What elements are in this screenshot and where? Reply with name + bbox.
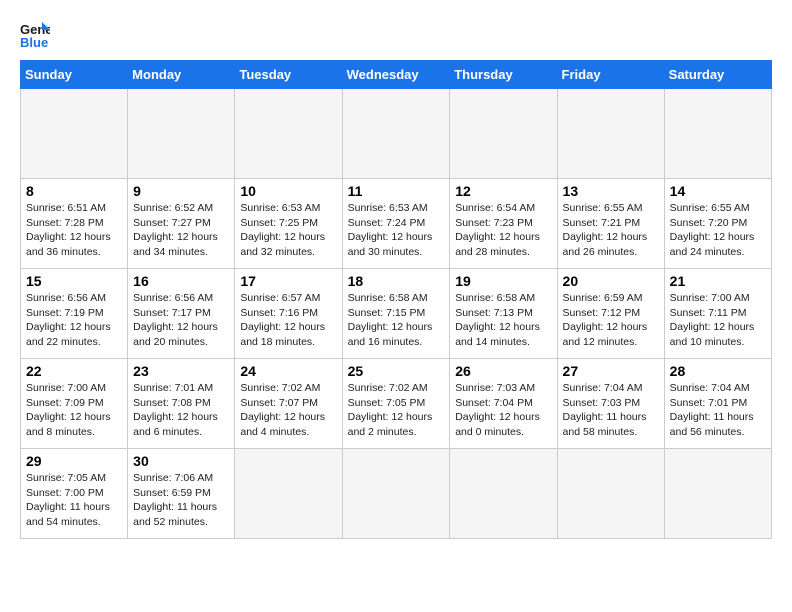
day-cell: 20 Sunrise: 6:59 AMSunset: 7:12 PMDayligh… [557,269,664,359]
day-number: 29 [26,453,122,469]
day-cell [235,89,342,179]
day-cell [450,89,557,179]
day-cell: 24 Sunrise: 7:02 AMSunset: 7:07 PMDayligh… [235,359,342,449]
svg-text:Blue: Blue [20,35,48,50]
day-info: Sunrise: 7:00 AMSunset: 7:11 PMDaylight:… [670,291,766,350]
day-info: Sunrise: 6:52 AMSunset: 7:27 PMDaylight:… [133,201,229,260]
calendar-table: SundayMondayTuesdayWednesdayThursdayFrid… [20,60,772,539]
day-info: Sunrise: 6:53 AMSunset: 7:24 PMDaylight:… [348,201,445,260]
day-info: Sunrise: 6:58 AMSunset: 7:15 PMDaylight:… [348,291,445,350]
day-cell [557,89,664,179]
day-cell: 16 Sunrise: 6:56 AMSunset: 7:17 PMDayligh… [128,269,235,359]
day-number: 14 [670,183,766,199]
day-number: 27 [563,363,659,379]
week-row-5: 29 Sunrise: 7:05 AMSunset: 7:00 PMDayligh… [21,449,772,539]
day-info: Sunrise: 6:55 AMSunset: 7:20 PMDaylight:… [670,201,766,260]
day-number: 12 [455,183,551,199]
day-info: Sunrise: 6:56 AMSunset: 7:19 PMDaylight:… [26,291,122,350]
day-info: Sunrise: 6:56 AMSunset: 7:17 PMDaylight:… [133,291,229,350]
column-header-saturday: Saturday [664,61,771,89]
day-cell: 12 Sunrise: 6:54 AMSunset: 7:23 PMDayligh… [450,179,557,269]
day-info: Sunrise: 7:06 AMSunset: 6:59 PMDaylight:… [133,471,229,530]
day-number: 20 [563,273,659,289]
day-cell [235,449,342,539]
day-info: Sunrise: 6:51 AMSunset: 7:28 PMDaylight:… [26,201,122,260]
day-info: Sunrise: 7:01 AMSunset: 7:08 PMDaylight:… [133,381,229,440]
day-number: 19 [455,273,551,289]
day-number: 11 [348,183,445,199]
day-cell [557,449,664,539]
day-cell: 27 Sunrise: 7:04 AMSunset: 7:03 PMDayligh… [557,359,664,449]
day-number: 15 [26,273,122,289]
day-cell [342,449,450,539]
day-number: 16 [133,273,229,289]
day-number: 26 [455,363,551,379]
day-cell [664,449,771,539]
day-number: 23 [133,363,229,379]
day-cell: 15 Sunrise: 6:56 AMSunset: 7:19 PMDayligh… [21,269,128,359]
day-number: 8 [26,183,122,199]
day-cell: 30 Sunrise: 7:06 AMSunset: 6:59 PMDayligh… [128,449,235,539]
column-header-wednesday: Wednesday [342,61,450,89]
day-cell [128,89,235,179]
day-info: Sunrise: 6:54 AMSunset: 7:23 PMDaylight:… [455,201,551,260]
day-info: Sunrise: 6:55 AMSunset: 7:21 PMDaylight:… [563,201,659,260]
day-cell: 14 Sunrise: 6:55 AMSunset: 7:20 PMDayligh… [664,179,771,269]
day-number: 22 [26,363,122,379]
column-header-monday: Monday [128,61,235,89]
week-row-2: 8 Sunrise: 6:51 AMSunset: 7:28 PMDaylight… [21,179,772,269]
day-number: 28 [670,363,766,379]
day-cell [450,449,557,539]
day-info: Sunrise: 7:04 AMSunset: 7:01 PMDaylight:… [670,381,766,440]
day-cell [21,89,128,179]
day-number: 9 [133,183,229,199]
column-header-friday: Friday [557,61,664,89]
day-info: Sunrise: 7:02 AMSunset: 7:05 PMDaylight:… [348,381,445,440]
day-info: Sunrise: 7:04 AMSunset: 7:03 PMDaylight:… [563,381,659,440]
week-row-1 [21,89,772,179]
day-number: 17 [240,273,336,289]
day-number: 25 [348,363,445,379]
week-row-3: 15 Sunrise: 6:56 AMSunset: 7:19 PMDayligh… [21,269,772,359]
day-cell: 9 Sunrise: 6:52 AMSunset: 7:27 PMDaylight… [128,179,235,269]
day-number: 30 [133,453,229,469]
day-cell: 21 Sunrise: 7:00 AMSunset: 7:11 PMDayligh… [664,269,771,359]
day-number: 24 [240,363,336,379]
day-cell: 10 Sunrise: 6:53 AMSunset: 7:25 PMDayligh… [235,179,342,269]
day-cell: 18 Sunrise: 6:58 AMSunset: 7:15 PMDayligh… [342,269,450,359]
day-info: Sunrise: 6:58 AMSunset: 7:13 PMDaylight:… [455,291,551,350]
day-number: 18 [348,273,445,289]
day-info: Sunrise: 7:00 AMSunset: 7:09 PMDaylight:… [26,381,122,440]
day-cell: 25 Sunrise: 7:02 AMSunset: 7:05 PMDayligh… [342,359,450,449]
day-cell: 22 Sunrise: 7:00 AMSunset: 7:09 PMDayligh… [21,359,128,449]
day-cell: 28 Sunrise: 7:04 AMSunset: 7:01 PMDayligh… [664,359,771,449]
day-cell: 19 Sunrise: 6:58 AMSunset: 7:13 PMDayligh… [450,269,557,359]
day-info: Sunrise: 6:57 AMSunset: 7:16 PMDaylight:… [240,291,336,350]
column-header-tuesday: Tuesday [235,61,342,89]
day-cell: 8 Sunrise: 6:51 AMSunset: 7:28 PMDaylight… [21,179,128,269]
day-cell: 13 Sunrise: 6:55 AMSunset: 7:21 PMDayligh… [557,179,664,269]
logo-icon: General Blue [20,20,50,50]
day-number: 10 [240,183,336,199]
day-number: 21 [670,273,766,289]
day-cell [664,89,771,179]
page-header: General Blue [20,20,772,50]
column-header-thursday: Thursday [450,61,557,89]
day-cell: 17 Sunrise: 6:57 AMSunset: 7:16 PMDayligh… [235,269,342,359]
header-row: SundayMondayTuesdayWednesdayThursdayFrid… [21,61,772,89]
logo: General Blue [20,20,50,50]
day-cell [342,89,450,179]
day-number: 13 [563,183,659,199]
day-info: Sunrise: 7:05 AMSunset: 7:00 PMDaylight:… [26,471,122,530]
column-header-sunday: Sunday [21,61,128,89]
day-info: Sunrise: 6:53 AMSunset: 7:25 PMDaylight:… [240,201,336,260]
day-cell: 26 Sunrise: 7:03 AMSunset: 7:04 PMDayligh… [450,359,557,449]
day-cell: 23 Sunrise: 7:01 AMSunset: 7:08 PMDayligh… [128,359,235,449]
day-info: Sunrise: 6:59 AMSunset: 7:12 PMDaylight:… [563,291,659,350]
day-info: Sunrise: 7:02 AMSunset: 7:07 PMDaylight:… [240,381,336,440]
day-cell: 11 Sunrise: 6:53 AMSunset: 7:24 PMDayligh… [342,179,450,269]
week-row-4: 22 Sunrise: 7:00 AMSunset: 7:09 PMDayligh… [21,359,772,449]
day-info: Sunrise: 7:03 AMSunset: 7:04 PMDaylight:… [455,381,551,440]
day-cell: 29 Sunrise: 7:05 AMSunset: 7:00 PMDayligh… [21,449,128,539]
